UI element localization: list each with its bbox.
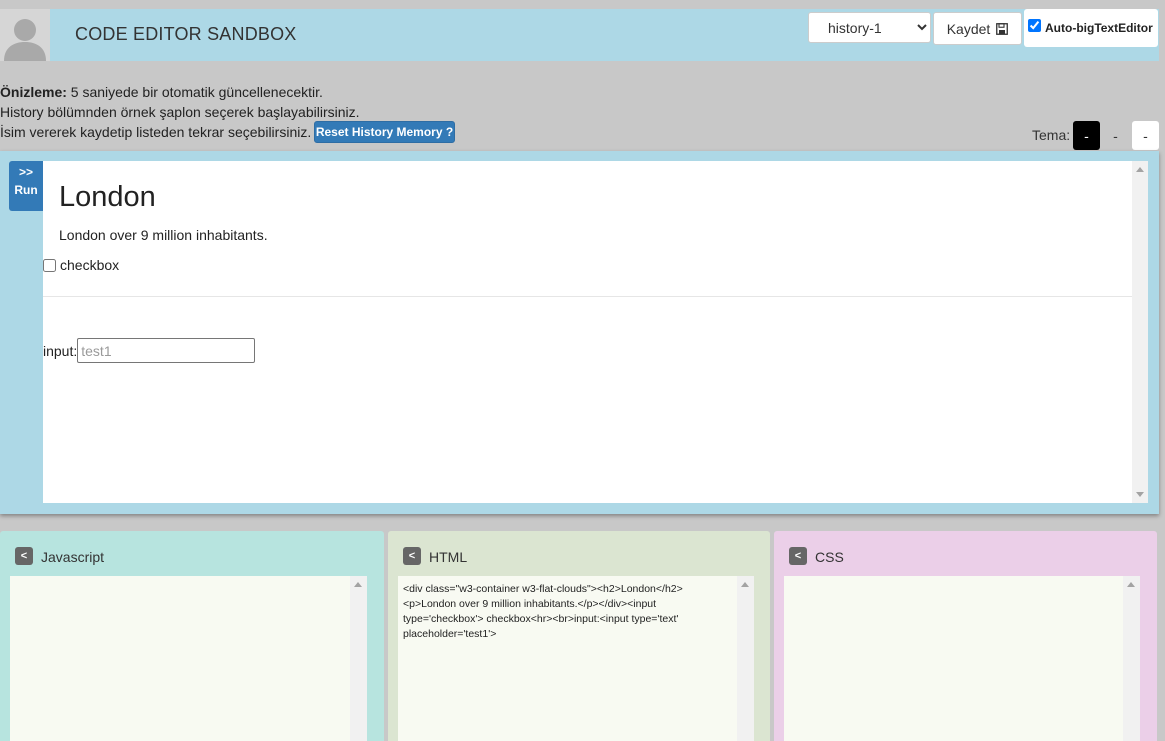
html-collapse-button[interactable]: < <box>403 547 421 565</box>
preview-info-bold: Önizleme: <box>0 84 67 100</box>
preview-scrollbar[interactable] <box>1132 161 1148 503</box>
css-editor-panel: < CSS <box>774 531 1157 741</box>
css-code-area[interactable] <box>784 576 1140 741</box>
preview-text-input[interactable] <box>77 338 256 363</box>
javascript-collapse-button[interactable]: < <box>15 547 33 565</box>
history-select[interactable]: history-1 <box>808 12 931 43</box>
theme-light-button[interactable]: - <box>1132 121 1159 150</box>
preview-checkbox-label: checkbox <box>60 257 120 273</box>
html-code-area[interactable]: <div class="w3-container w3-flat-clouds"… <box>398 576 754 741</box>
preview-heading: London <box>59 181 156 213</box>
html-scrollbar[interactable] <box>737 576 754 741</box>
html-editor-title: HTML <box>429 549 468 565</box>
reset-history-button[interactable]: Reset History Memory ? <box>314 121 455 143</box>
scroll-up-arrow-icon[interactable] <box>1136 167 1144 172</box>
save-button[interactable]: Kaydet <box>933 12 1022 45</box>
css-collapse-button[interactable]: < <box>789 547 807 565</box>
scroll-down-arrow-icon[interactable] <box>1136 492 1144 497</box>
history-info: History bölümnden örnek şaplon seçerek b… <box>0 104 360 120</box>
preview-input-label: input: <box>43 342 78 359</box>
preview-info-text: 5 saniyede bir otomatik güncellenecektir… <box>66 84 323 100</box>
javascript-editor-panel: < Javascript <box>0 531 384 741</box>
auto-editor-toggle[interactable]: Auto-bigTextEditor <box>1024 9 1158 47</box>
javascript-editor-title: Javascript <box>41 549 105 565</box>
run-label: Run <box>14 183 38 197</box>
theme-gray-button[interactable]: - <box>1102 121 1129 150</box>
run-button[interactable]: >> Run <box>9 161 43 211</box>
preview-checkbox[interactable] <box>43 258 56 272</box>
auto-editor-checkbox[interactable] <box>1028 18 1041 32</box>
preview-checkbox-row[interactable]: checkbox <box>43 257 119 273</box>
run-arrows: >> <box>18 165 33 179</box>
theme-dark-button[interactable]: - <box>1073 121 1100 150</box>
javascript-code-area[interactable] <box>10 576 367 741</box>
auto-editor-label: Auto-bigTextEditor <box>1045 21 1153 35</box>
app-title: CODE EDITOR SANDBOX <box>75 24 297 44</box>
html-editor-panel: < HTML <div class="w3-container w3-flat-… <box>388 531 770 741</box>
user-avatar-icon <box>0 9 50 61</box>
preview-info: Önizleme: 5 saniyede bir otomatik güncel… <box>0 84 323 100</box>
theme-label: Tema: <box>1032 127 1071 143</box>
preview-paragraph: London over 9 million inhabitants. <box>59 227 268 243</box>
preview-input-row: input: <box>43 338 256 363</box>
html-code: <div class="w3-container w3-flat-clouds"… <box>403 583 683 640</box>
save-info: İsim vererek kaydetip listeden tekrar se… <box>0 124 312 140</box>
scroll-up-arrow-icon[interactable] <box>1127 582 1135 587</box>
preview-frame: London London over 9 million inhabitants… <box>43 161 1148 503</box>
scroll-up-arrow-icon[interactable] <box>354 582 362 587</box>
scroll-up-arrow-icon[interactable] <box>741 582 749 587</box>
save-button-label: Kaydet <box>946 20 991 37</box>
preview-panel: >> Run London London over 9 million inha… <box>0 151 1159 514</box>
javascript-scrollbar[interactable] <box>350 576 367 741</box>
css-scrollbar[interactable] <box>1123 576 1140 741</box>
avatar <box>0 9 50 61</box>
preview-divider <box>43 296 1132 297</box>
css-editor-title: CSS <box>815 549 844 565</box>
top-header: CODE EDITOR SANDBOX history-1 Kaydet Aut… <box>0 9 1159 61</box>
floppy-disk-icon <box>996 22 1009 35</box>
